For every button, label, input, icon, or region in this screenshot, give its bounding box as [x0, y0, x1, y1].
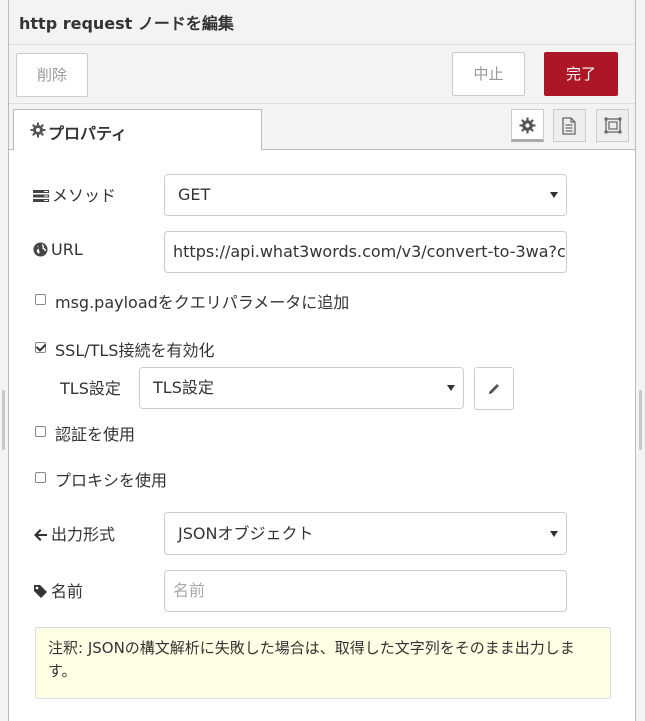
- description-tab-button[interactable]: [553, 109, 586, 142]
- payload-params-checkbox[interactable]: [35, 294, 46, 305]
- proxy-label: プロキシを使用: [55, 471, 168, 490]
- ssl-row: SSL/TLS接続を有効化: [9, 336, 635, 360]
- globe-icon: [33, 242, 48, 257]
- method-label-text: メソッド: [52, 186, 117, 205]
- chevron-down-icon: [447, 385, 455, 391]
- output-label: 出力形式: [33, 521, 115, 545]
- output-row: 出力形式 JSONオブジェクト: [9, 512, 635, 556]
- tray-title: http request ノードを編集: [19, 14, 234, 33]
- tls-config-select[interactable]: TLS設定: [139, 367, 464, 409]
- arrow-left-icon: [34, 529, 47, 541]
- tag-icon: [34, 585, 47, 598]
- done-button[interactable]: 完了: [544, 52, 618, 96]
- tls-config-value: TLS設定: [153, 378, 214, 397]
- right-resize-handle[interactable]: [636, 0, 645, 721]
- method-label: メソッド: [33, 182, 116, 206]
- tab-bar: プロパティ: [9, 104, 635, 150]
- tab-properties-label: プロパティ: [48, 124, 128, 143]
- name-input-placeholder: 名前: [173, 581, 206, 600]
- object-group-icon: [604, 117, 622, 134]
- payload-params-label: msg.payloadをクエリパラメータに追加: [55, 293, 350, 312]
- tray-header: http request ノードを編集: [9, 0, 635, 45]
- tls-config-label: TLS設定: [60, 379, 121, 398]
- left-grip: [2, 390, 5, 450]
- url-label-text: URL: [51, 240, 83, 259]
- name-row: 名前 名前: [9, 569, 635, 613]
- gear-icon: [519, 117, 536, 134]
- appearance-tab-button[interactable]: [596, 109, 629, 142]
- pencil-icon: [489, 384, 499, 394]
- tls-config-row: TLS設定 TLS設定: [9, 366, 635, 410]
- auth-label: 認証を使用: [55, 425, 136, 444]
- output-select[interactable]: JSONオブジェクト: [164, 512, 567, 555]
- url-input[interactable]: https://api.what3words.com/v3/convert-to…: [164, 231, 567, 273]
- edit-tls-config-button[interactable]: [474, 367, 514, 410]
- chevron-down-icon: [550, 530, 558, 537]
- proxy-checkbox[interactable]: [35, 472, 46, 483]
- payload-params-row: msg.payloadをクエリパラメータに追加: [9, 288, 635, 312]
- gear-icon: [30, 122, 46, 138]
- tasks-icon: [33, 190, 49, 202]
- chevron-down-icon: [550, 192, 558, 198]
- name-label: 名前: [33, 578, 83, 602]
- file-text-icon: [562, 117, 576, 135]
- url-input-value: https://api.what3words.com/v3/convert-to…: [173, 242, 566, 261]
- edit-tray: http request ノードを編集 削除 中止 完了 プロパティ メソッド …: [8, 0, 636, 721]
- output-select-value: JSONオブジェクト: [178, 524, 314, 543]
- left-resize-handle[interactable]: [0, 0, 8, 721]
- tray-toolbar: 削除 中止 完了: [9, 45, 635, 104]
- auth-row: 認証を使用: [9, 420, 635, 444]
- method-select-value: GET: [178, 185, 211, 204]
- delete-button[interactable]: 削除: [16, 53, 88, 97]
- tab-properties[interactable]: プロパティ: [13, 109, 262, 150]
- right-grip: [639, 390, 642, 450]
- proxy-row: プロキシを使用: [9, 466, 635, 490]
- method-select[interactable]: GET: [164, 174, 567, 216]
- method-row: メソッド GET: [9, 172, 635, 216]
- url-row: URL https://api.what3words.com/v3/conver…: [9, 229, 635, 273]
- url-label: URL: [33, 240, 83, 259]
- cancel-button[interactable]: 中止: [452, 52, 525, 96]
- auth-checkbox[interactable]: [35, 426, 46, 437]
- info-tip: 注釈: JSONの構文解析に失敗した場合は、取得した文字列をそのまま出力します。: [35, 627, 611, 699]
- ssl-label: SSL/TLS接続を有効化: [55, 341, 215, 360]
- name-label-text: 名前: [51, 582, 84, 601]
- ssl-checkbox[interactable]: [35, 342, 46, 353]
- output-label-text: 出力形式: [51, 525, 116, 544]
- name-input[interactable]: 名前: [164, 570, 567, 612]
- node-properties-tab-button[interactable]: [511, 109, 544, 142]
